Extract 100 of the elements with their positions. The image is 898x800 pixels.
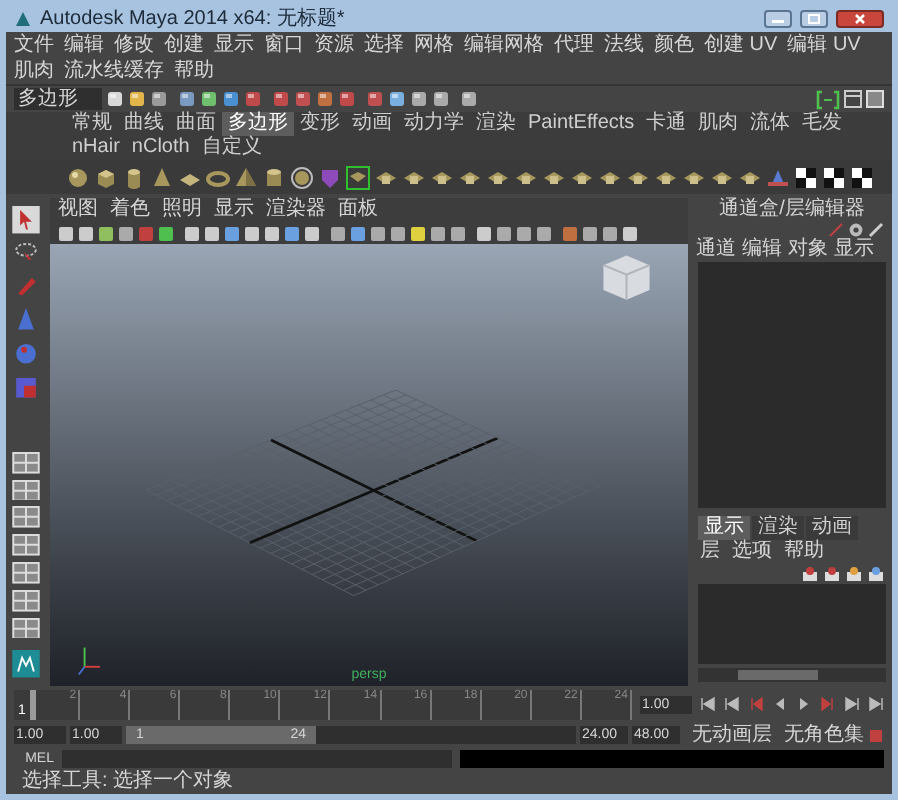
layout-icon[interactable] bbox=[12, 589, 40, 612]
menu-item[interactable]: 选项 bbox=[732, 540, 772, 564]
menu-item[interactable]: 编辑 bbox=[742, 238, 782, 262]
tool-icon[interactable] bbox=[294, 90, 312, 108]
menu-item[interactable]: 帮助 bbox=[784, 540, 824, 564]
character-set-dropdown[interactable]: 无角色集 bbox=[784, 723, 864, 747]
checker-icon[interactable] bbox=[794, 165, 818, 189]
scroll-bar[interactable] bbox=[698, 668, 886, 682]
shelf-tab[interactable]: 变形 bbox=[294, 112, 346, 136]
tool-icon[interactable] bbox=[244, 90, 262, 108]
menu-item[interactable]: 视图 bbox=[58, 198, 98, 222]
cube-icon[interactable] bbox=[94, 165, 118, 189]
pencil-icon[interactable] bbox=[868, 222, 884, 238]
tool-icon[interactable] bbox=[150, 90, 168, 108]
menu-item[interactable]: 显示 bbox=[834, 238, 874, 262]
shelf-tab[interactable]: PaintEffects bbox=[522, 112, 641, 136]
menu-item[interactable]: 通道 bbox=[696, 238, 736, 262]
layer-icon[interactable] bbox=[868, 566, 884, 582]
shelf-tab[interactable]: 自定义 bbox=[195, 136, 268, 160]
module-dropdown[interactable]: 多边形 bbox=[14, 88, 102, 110]
menu-item[interactable]: 流水线缓存 bbox=[64, 58, 164, 84]
tool-icon[interactable] bbox=[410, 90, 428, 108]
menu-item[interactable]: 肌肉 bbox=[14, 58, 54, 84]
tool-icon[interactable] bbox=[388, 90, 406, 108]
shelf-tab[interactable]: 动力学 bbox=[398, 112, 470, 136]
layer-icon[interactable] bbox=[846, 566, 862, 582]
menu-item[interactable]: 网格 bbox=[414, 32, 454, 58]
menu-item[interactable]: 照明 bbox=[162, 198, 202, 222]
shelf-tab[interactable]: 卡通 bbox=[640, 112, 693, 136]
minimize-icon[interactable] bbox=[764, 10, 792, 28]
shelf-tab[interactable]: nHair bbox=[66, 136, 126, 160]
settings-icon[interactable] bbox=[848, 222, 864, 238]
menu-item[interactable]: 显示 bbox=[214, 198, 254, 222]
menu-item[interactable]: 创建 UV bbox=[704, 32, 778, 58]
shelf-tab[interactable]: 常规 bbox=[66, 112, 118, 136]
menu-item[interactable]: 法线 bbox=[604, 32, 644, 58]
menu-item[interactable]: 显示 bbox=[214, 32, 254, 58]
checker-icon[interactable] bbox=[850, 165, 874, 189]
cylinder-icon[interactable] bbox=[262, 165, 286, 189]
sphere-icon[interactable] bbox=[66, 165, 90, 189]
menu-item[interactable]: 创建 bbox=[164, 32, 204, 58]
tool-icon[interactable] bbox=[316, 90, 334, 108]
shelf-tab[interactable]: 曲面 bbox=[170, 112, 222, 136]
menu-item[interactable]: 着色 bbox=[110, 198, 150, 222]
maximize-icon[interactable] bbox=[800, 10, 828, 28]
shelf-tab[interactable]: 曲线 bbox=[118, 112, 170, 136]
layout-icon[interactable] bbox=[12, 617, 40, 639]
menu-item[interactable]: 面板 bbox=[338, 198, 378, 222]
step-forward-icon[interactable] bbox=[844, 696, 860, 712]
play-icon[interactable] bbox=[796, 696, 812, 712]
panel-icon[interactable] bbox=[866, 90, 884, 108]
layer-tab[interactable]: 动画 bbox=[806, 516, 858, 540]
layer-icon[interactable] bbox=[802, 566, 818, 582]
torus-icon[interactable] bbox=[206, 165, 230, 189]
sphere-icon[interactable] bbox=[290, 165, 314, 189]
layer-tab[interactable]: 渲染 bbox=[752, 516, 804, 540]
tool-icon[interactable] bbox=[366, 90, 384, 108]
tool-icon[interactable] bbox=[178, 90, 196, 108]
layout-icon[interactable] bbox=[12, 506, 40, 529]
menu-item[interactable]: 文件 bbox=[14, 32, 54, 58]
menu-item[interactable]: 编辑 bbox=[64, 32, 104, 58]
menu-item[interactable]: 帮助 bbox=[174, 58, 214, 84]
layer-icon[interactable] bbox=[824, 566, 840, 582]
menu-item[interactable]: 修改 bbox=[114, 32, 154, 58]
menu-item[interactable]: 层 bbox=[700, 540, 720, 564]
play-back-icon[interactable] bbox=[772, 696, 788, 712]
layout-icon[interactable] bbox=[12, 479, 40, 501]
menu-item[interactable]: 窗口 bbox=[264, 32, 304, 58]
shelf-tab[interactable]: 肌肉 bbox=[692, 112, 745, 136]
tool-icon[interactable] bbox=[200, 90, 218, 108]
menu-item[interactable]: 编辑 UV bbox=[787, 32, 861, 58]
cone-icon[interactable] bbox=[150, 165, 174, 189]
tool-icon[interactable] bbox=[432, 90, 450, 108]
shelf-tab[interactable]: 毛发 bbox=[796, 112, 849, 136]
skip-start-icon[interactable] bbox=[700, 696, 716, 712]
tool-icon[interactable] bbox=[338, 90, 356, 108]
menu-item[interactable]: 选择 bbox=[364, 32, 404, 58]
tool-icon[interactable] bbox=[460, 90, 478, 108]
shelf-tab[interactable]: 多边形 bbox=[222, 112, 294, 136]
layout-icon[interactable] bbox=[12, 451, 40, 474]
menu-item[interactable]: 资源 bbox=[314, 32, 354, 58]
shelf-tab[interactable]: nCloth bbox=[125, 136, 196, 160]
step-back-icon[interactable] bbox=[724, 696, 740, 712]
shelf-tab[interactable]: 渲染 bbox=[470, 112, 522, 136]
layer-tab[interactable]: 显示 bbox=[698, 516, 750, 540]
pyramid-icon[interactable] bbox=[234, 165, 258, 189]
menu-item[interactable]: 渲染器 bbox=[266, 198, 326, 222]
menu-item[interactable]: 对象 bbox=[788, 238, 828, 262]
menu-item[interactable]: 编辑网格 bbox=[464, 32, 544, 58]
tool-icon[interactable] bbox=[128, 90, 146, 108]
tool-icon[interactable] bbox=[106, 90, 124, 108]
tool-icon[interactable] bbox=[272, 90, 290, 108]
panel-icon[interactable] bbox=[844, 90, 862, 108]
checker-icon[interactable] bbox=[822, 165, 846, 189]
playhead[interactable] bbox=[30, 689, 36, 719]
bracket-icon[interactable] bbox=[816, 89, 840, 109]
skip-end-icon[interactable] bbox=[868, 696, 884, 712]
shelf-tab[interactable]: 动画 bbox=[346, 112, 398, 136]
cylinder-icon[interactable] bbox=[122, 165, 146, 189]
tool-icon[interactable] bbox=[222, 90, 240, 108]
